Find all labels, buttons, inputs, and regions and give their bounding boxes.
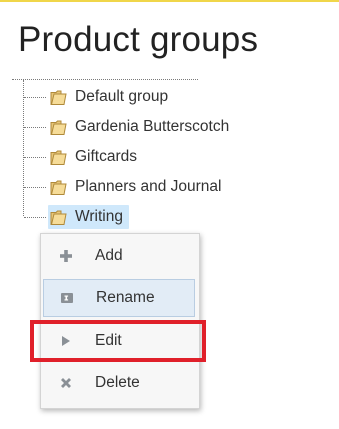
page-title: Product groups (18, 20, 259, 59)
tree-branch-line (24, 126, 46, 128)
tree-item-giftcards: Giftcards (24, 145, 141, 169)
tree-node-default-group[interactable]: Default group (48, 85, 172, 109)
rename-icon (61, 293, 73, 303)
tree-node-label: Planners and Journal (75, 178, 222, 195)
menu-item-label: Delete (95, 374, 140, 391)
menu-item-edit[interactable]: Edit (43, 322, 195, 360)
menu-item-label: Edit (95, 332, 122, 349)
delete-icon (61, 378, 71, 388)
folder-icon (50, 120, 67, 135)
tree-node-writing[interactable]: Writing (48, 205, 129, 229)
folder-icon (50, 180, 67, 195)
tree-branch-line (24, 96, 46, 98)
tree-node-planners-and-journal[interactable]: Planners and Journal (48, 175, 226, 199)
tree-branch-line (24, 216, 46, 218)
folder-icon (50, 150, 67, 165)
menu-item-add[interactable]: Add (43, 237, 195, 275)
tree-node-giftcards[interactable]: Giftcards (48, 145, 141, 169)
menu-item-label: Add (95, 247, 123, 264)
tree-item-default-group: Default group (24, 85, 172, 109)
menu-item-rename[interactable]: Rename (43, 279, 195, 317)
tree-branch-line (24, 186, 46, 188)
plus-icon (60, 250, 72, 262)
tree-item-gardenia-butterscotch: Gardenia Butterscotch (24, 115, 233, 139)
context-menu: Add Rename Edit Delete (40, 233, 200, 409)
tree-node-label: Writing (75, 208, 123, 225)
menu-item-delete[interactable]: Delete (43, 364, 195, 402)
tree-node-label: Gardenia Butterscotch (75, 118, 230, 135)
edit-arrow-icon (62, 336, 70, 346)
tree-node-label: Giftcards (75, 148, 138, 165)
tree-item-writing: Writing (24, 205, 129, 229)
tree-node-gardenia-butterscotch[interactable]: Gardenia Butterscotch (48, 115, 233, 139)
tree-branch-line (24, 156, 46, 158)
folder-icon (50, 90, 67, 105)
tree-item-planners-and-journal: Planners and Journal (24, 175, 226, 199)
folder-icon (50, 210, 67, 225)
top-accent-line (0, 0, 339, 2)
tree-node-label: Default group (75, 88, 169, 105)
tree-root-line (12, 79, 198, 80)
menu-item-label: Rename (96, 289, 155, 306)
